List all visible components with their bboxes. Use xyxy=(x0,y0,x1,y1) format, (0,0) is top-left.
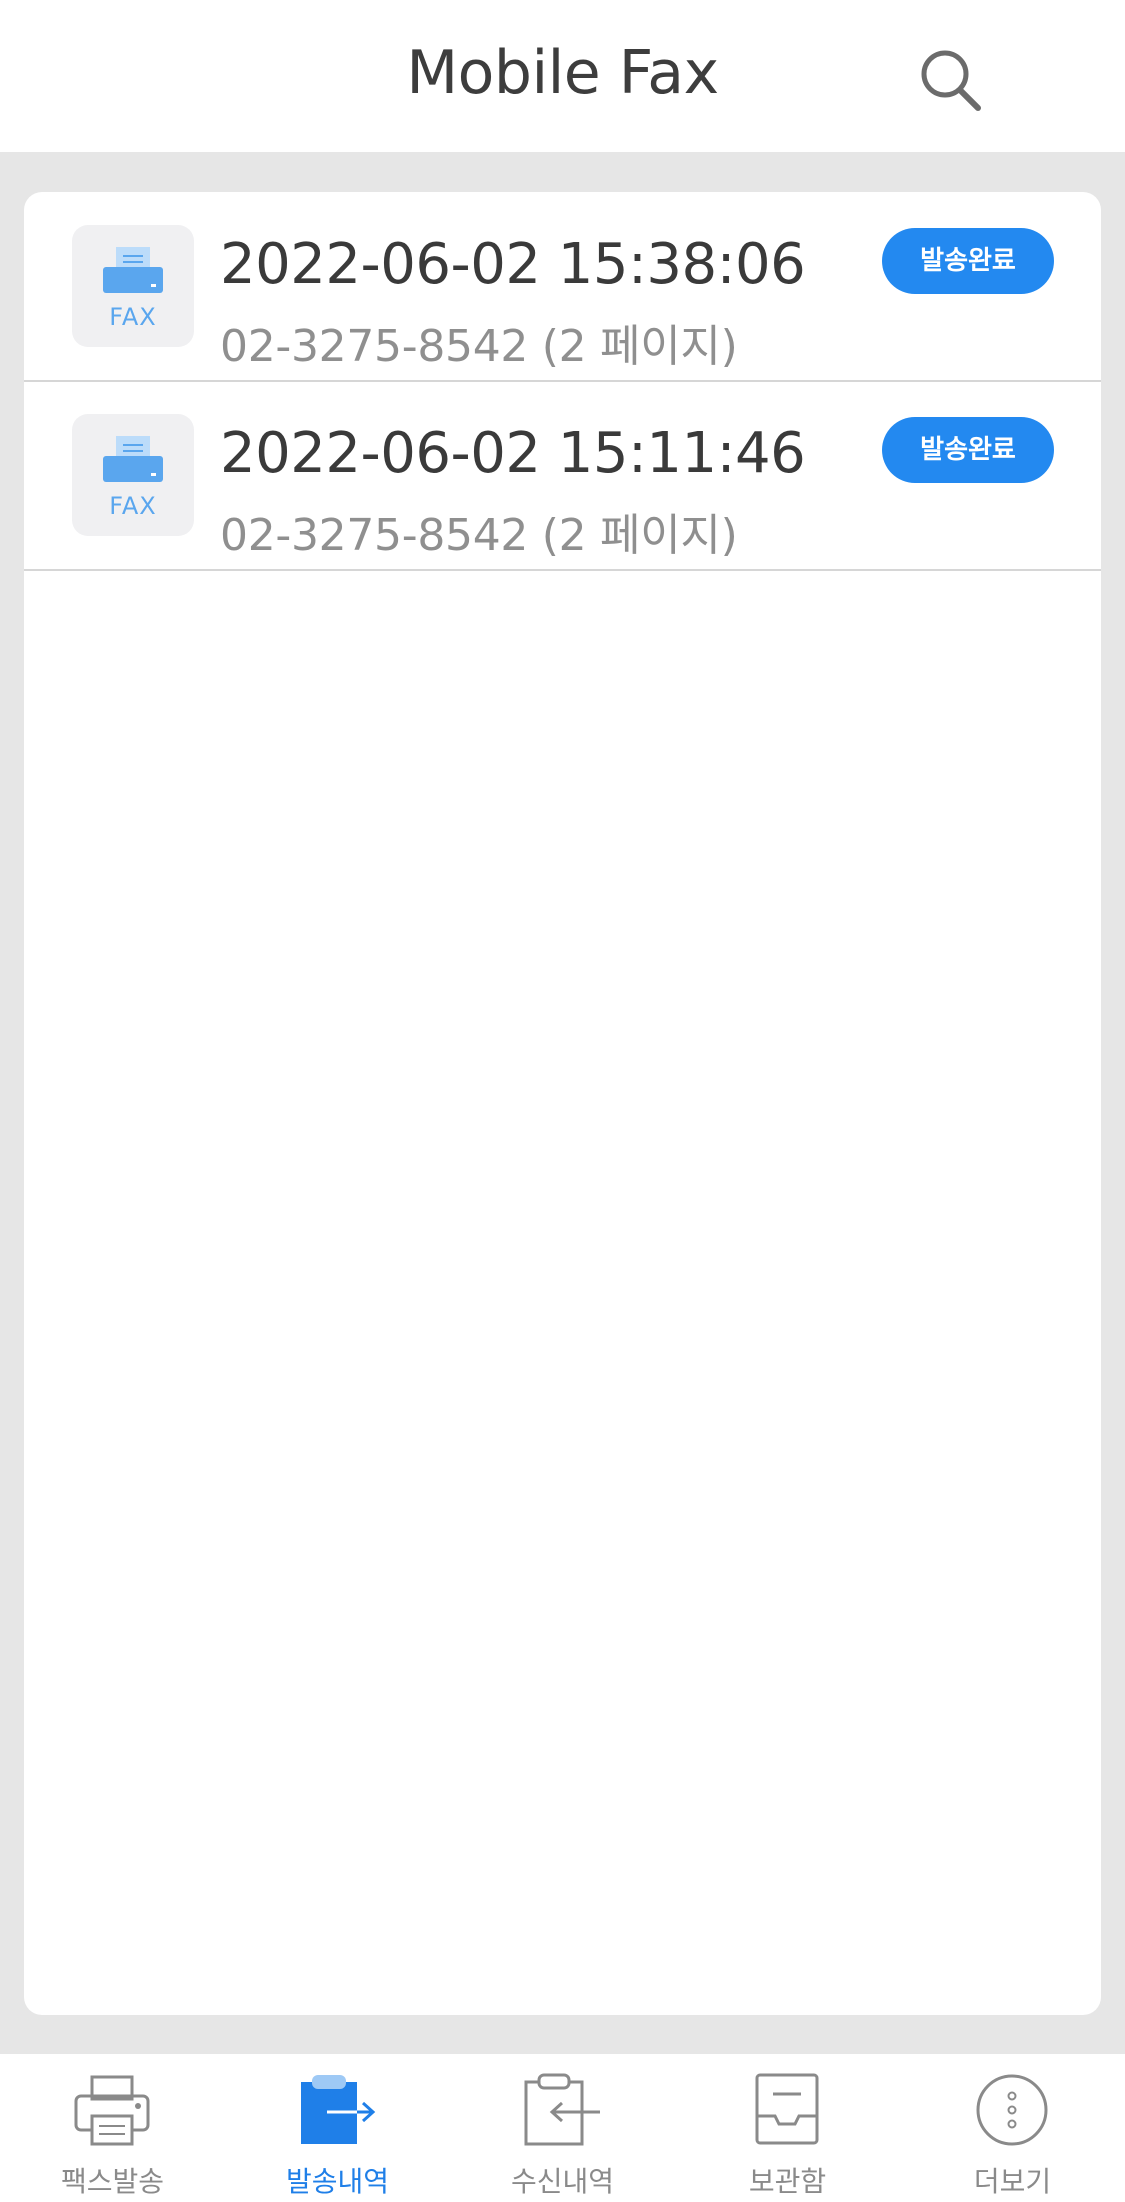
tab-received-history[interactable]: 수신내역 xyxy=(450,2054,675,2202)
list-item[interactable]: FAX 2022-06-02 15:38:06 02-3275-8542 (2 … xyxy=(24,192,1101,382)
fax-number-pages: 02-3275-8542 (2 페이지) xyxy=(220,321,738,372)
fax-machine-icon xyxy=(103,247,163,293)
tab-label: 보관함 xyxy=(748,2165,827,2198)
fax-machine-icon xyxy=(103,436,163,482)
list-item[interactable]: FAX 2022-06-02 15:11:46 02-3275-8542 (2 … xyxy=(24,381,1101,571)
tab-label: 수신내역 xyxy=(510,2165,615,2198)
fax-thumbnail: FAX xyxy=(72,414,194,536)
status-badge: 발송완료 xyxy=(882,228,1054,294)
app-header: Mobile Fax xyxy=(0,0,1125,152)
tab-fax-send[interactable]: 팩스발송 xyxy=(0,2054,225,2202)
fax-number-pages: 02-3275-8542 (2 페이지) xyxy=(220,510,738,561)
tab-label: 더보기 xyxy=(973,2165,1052,2198)
search-icon xyxy=(921,50,981,111)
fax-thumbnail: FAX xyxy=(72,225,194,347)
status-badge: 발송완료 xyxy=(882,417,1054,483)
more-dots-icon xyxy=(976,2074,1048,2146)
printer-icon xyxy=(74,2075,150,2146)
tab-label: 팩스발송 xyxy=(60,2165,165,2198)
fax-label: FAX xyxy=(109,492,157,520)
sent-clipboard-icon xyxy=(301,2075,376,2144)
archive-tray-icon xyxy=(755,2073,819,2145)
tab-more[interactable]: 더보기 xyxy=(900,2054,1125,2202)
tab-sent-history[interactable]: 발송내역 xyxy=(225,2054,450,2202)
sent-history-list: FAX 2022-06-02 15:38:06 02-3275-8542 (2 … xyxy=(24,192,1101,2015)
sent-datetime: 2022-06-02 15:11:46 xyxy=(220,421,806,486)
tab-label: 발송내역 xyxy=(285,2165,390,2198)
search-button[interactable] xyxy=(912,40,992,120)
bottom-tab-bar: 팩스발송 발송내역 수신내역 보관함 더보기 xyxy=(0,2054,1125,2202)
tab-archive[interactable]: 보관함 xyxy=(675,2054,900,2202)
received-clipboard-icon xyxy=(524,2073,600,2146)
fax-label: FAX xyxy=(109,303,157,331)
sent-datetime: 2022-06-02 15:38:06 xyxy=(220,232,806,297)
